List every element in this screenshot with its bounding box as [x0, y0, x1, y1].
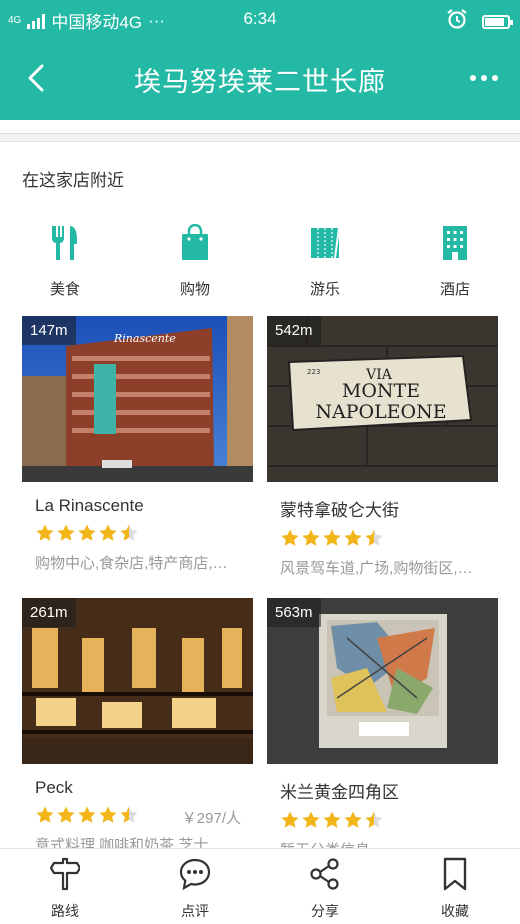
star-icon	[56, 523, 76, 548]
ticket-icon	[260, 224, 390, 264]
category-label: 游乐	[309, 281, 340, 298]
place-card-montenapoleone[interactable]: 223 VIA MONTE NAPOLEONE 542m 蒙特拿破仑大街 风景驾…	[267, 316, 498, 578]
star-icon	[119, 523, 139, 548]
star-icon	[35, 523, 55, 548]
star-icon	[301, 528, 321, 553]
star-rating	[35, 805, 139, 830]
category-shopping[interactable]: 购物	[130, 224, 260, 299]
category-label: 美食	[49, 281, 80, 298]
tab-favorite[interactable]: 收藏	[390, 857, 520, 921]
star-icon	[343, 810, 363, 835]
star-icon	[56, 805, 76, 830]
star-rating	[35, 523, 139, 548]
svg-text:Rinascente: Rinascente	[113, 332, 176, 345]
star-icon	[364, 810, 384, 835]
more-dots-icon	[470, 75, 476, 81]
tab-label: 点评	[181, 903, 209, 919]
distance-badge: 261m	[22, 598, 76, 627]
star-icon	[98, 805, 118, 830]
star-icon	[343, 528, 363, 553]
star-icon	[364, 528, 384, 553]
star-icon	[35, 805, 55, 830]
place-card-la-rinascente[interactable]: Rinascente 147m La Rinascente 购物中心,食杂店,特…	[22, 316, 253, 573]
previous-section-edge	[0, 120, 520, 134]
place-name: 米兰黄金四角区	[280, 783, 399, 802]
bottom-tab-bar: 路线 点评 分享 收藏	[0, 848, 520, 924]
distance-badge: 563m	[267, 598, 321, 627]
star-icon	[322, 810, 342, 835]
place-name: La Rinascente	[35, 496, 144, 515]
tab-label: 分享	[311, 903, 339, 919]
star-icon	[77, 805, 97, 830]
more-button[interactable]	[464, 58, 504, 98]
fork-knife-icon	[0, 224, 130, 264]
nav-bar: 埃马努埃莱二世长廊	[0, 36, 520, 120]
rating-row	[280, 811, 498, 833]
place-name: Peck	[35, 778, 73, 797]
sign-small-number: 223	[307, 368, 320, 376]
category-food[interactable]: 美食	[0, 224, 130, 299]
star-icon	[98, 523, 118, 548]
category-label: 酒店	[439, 281, 470, 298]
share-icon	[260, 857, 390, 893]
sign-line-2: MONTE	[342, 380, 420, 402]
rating-row	[35, 524, 253, 546]
place-photo: 261m	[22, 598, 253, 764]
category-row: 美食 购物 游乐 酒店	[0, 224, 520, 298]
star-rating	[280, 528, 384, 553]
page-title: 埃马努埃莱二世长廊	[134, 67, 386, 97]
alarm-icon	[446, 8, 468, 35]
bookmark-icon	[390, 857, 520, 893]
status-bar: 4G 中国移动4G ··· 6:34	[0, 0, 520, 36]
clock: 6:34	[243, 9, 277, 28]
rating-row	[280, 529, 498, 551]
star-icon	[322, 528, 342, 553]
category-hotel[interactable]: 酒店	[390, 224, 520, 299]
distance-badge: 542m	[267, 316, 321, 345]
shopping-bag-icon	[130, 224, 260, 264]
star-icon	[280, 810, 300, 835]
hotel-building-icon	[390, 224, 520, 264]
distance-badge: 147m	[22, 316, 76, 345]
star-icon	[301, 810, 321, 835]
place-name: 蒙特拿破仑大街	[280, 501, 399, 520]
category-label: 购物	[179, 281, 210, 298]
tab-label: 路线	[51, 903, 79, 919]
section-title: 在这家店附近	[22, 171, 124, 190]
place-tags: 风景驾车道,广场,购物街区,…	[280, 560, 473, 577]
star-icon	[119, 805, 139, 830]
tab-review[interactable]: 点评	[130, 857, 260, 921]
tab-route[interactable]: 路线	[0, 857, 130, 921]
price: ￥297/人	[181, 809, 241, 827]
star-icon	[280, 528, 300, 553]
place-photo: 563m	[267, 598, 498, 764]
sign-line-3: NAPOLEONE	[315, 401, 446, 423]
place-photo: Rinascente 147m	[22, 316, 253, 482]
rating-row: ￥297/人	[35, 806, 253, 828]
place-card-peck[interactable]: 261m Peck ￥297/人 意式料理,咖啡和奶茶,芝士…	[22, 598, 253, 855]
category-entertainment[interactable]: 游乐	[260, 224, 390, 299]
battery-icon	[482, 14, 513, 29]
tab-share[interactable]: 分享	[260, 857, 390, 921]
star-icon	[77, 523, 97, 548]
tab-label: 收藏	[441, 903, 469, 919]
place-card-quadrilatero[interactable]: 563m 米兰黄金四角区 暂无分类信息	[267, 598, 498, 860]
place-photo: 223 VIA MONTE NAPOLEONE 542m	[267, 316, 498, 482]
comment-bubble-icon	[130, 857, 260, 893]
signpost-icon	[0, 857, 130, 893]
place-tags: 购物中心,食杂店,特产商店,…	[35, 555, 228, 572]
star-rating	[280, 810, 384, 835]
nearby-section: 在这家店附近 美食 购物 游乐 酒店 Rinascente 147m La Ri…	[0, 141, 520, 861]
